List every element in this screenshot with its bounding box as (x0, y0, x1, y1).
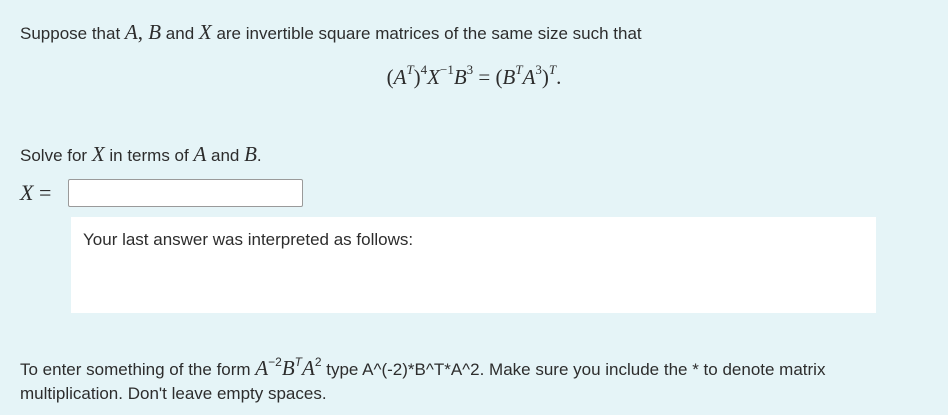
hint-var: A (301, 356, 315, 380)
hint-sup: 2 (314, 355, 322, 370)
equals-sign: = (473, 65, 496, 89)
eq-var: A (393, 65, 407, 89)
eq-var: B (502, 65, 516, 89)
paren: ) (413, 65, 421, 89)
solve-instruction: Solve for X in terms of A and B. (20, 142, 262, 168)
solve-text: . (256, 146, 262, 165)
eq-sup: 4 (420, 62, 428, 77)
interpreted-box: Your last answer was interpreted as foll… (71, 217, 876, 313)
eq-sup: −1 (440, 62, 454, 77)
var-b: B (148, 20, 162, 44)
var-a: A (124, 20, 138, 44)
answer-equals: = (33, 180, 52, 205)
var-x: X (198, 20, 212, 44)
period: . (556, 65, 562, 89)
matrix-equation: (AT)4X−1B3 = (BTA3)T. (0, 62, 948, 92)
hint-var: B (281, 356, 295, 380)
problem-intro: Suppose that A, B and X are invertible s… (20, 20, 642, 46)
solve-text: and (206, 146, 245, 165)
solve-text: Solve for (20, 146, 92, 165)
eq-var: A (522, 65, 536, 89)
eq-var: B (453, 65, 467, 89)
answer-input[interactable] (68, 179, 303, 207)
entry-hint: To enter something of the form A−2BTA2 t… (20, 356, 925, 406)
solve-text: in terms of (104, 146, 194, 165)
intro-text: Suppose that (20, 24, 125, 43)
var-b: B (244, 142, 257, 166)
hint-sup: −2 (268, 355, 282, 370)
hint-text: To enter something of the form (20, 360, 256, 379)
var-x: X (91, 142, 105, 166)
comma: , (137, 20, 149, 44)
eq-sup: 3 (535, 62, 542, 77)
hint-var: A (255, 356, 269, 380)
eq-sup: T (406, 62, 414, 77)
eq-sup: T (515, 62, 523, 77)
eq-sup: 3 (466, 62, 474, 77)
hint-sup: T (294, 355, 302, 370)
var-a: A (193, 142, 207, 166)
paren: ( (386, 65, 394, 89)
eq-sup: T (548, 62, 557, 77)
paren: ) (541, 65, 549, 89)
answer-label: X = (20, 180, 68, 206)
eq-var: X (427, 65, 440, 89)
answer-var: X (20, 180, 34, 205)
intro-text-end: are invertible square matrices of the sa… (211, 24, 642, 43)
paren: ( (495, 65, 503, 89)
intro-and: and (161, 24, 199, 43)
interpreted-text: Your last answer was interpreted as foll… (83, 230, 414, 249)
answer-row: X = (20, 177, 303, 209)
